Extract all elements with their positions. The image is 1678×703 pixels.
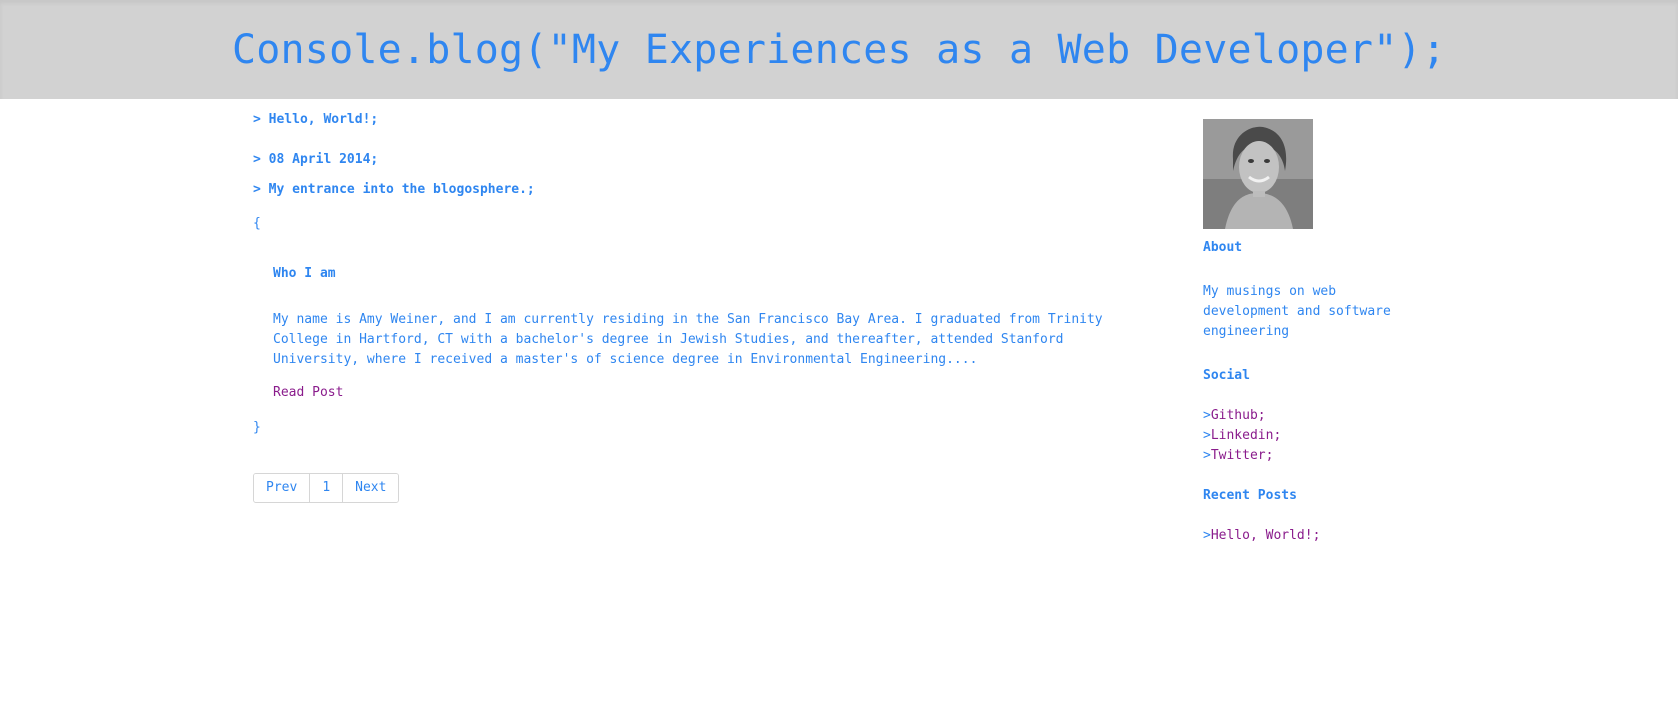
recent-posts-heading: Recent Posts — [1203, 488, 1297, 503]
next-page-button[interactable]: Next — [342, 474, 399, 502]
caret-icon: > — [1203, 428, 1211, 443]
caret-icon: > — [1203, 528, 1211, 543]
twitter-link[interactable]: Twitter; — [1211, 448, 1274, 463]
post-date: > 08 April 2014; — [253, 152, 379, 167]
about-heading: About — [1203, 240, 1243, 255]
page-1-button[interactable]: 1 — [309, 474, 343, 502]
prev-page-button[interactable]: Prev — [254, 474, 310, 502]
site-title[interactable]: Console.blog("My Experiences as a Web De… — [0, 25, 1678, 75]
post-excerpt: My name is Amy Weiner, and I am currentl… — [273, 312, 1103, 367]
recent-post-link[interactable]: Hello, World!; — [1211, 528, 1321, 543]
social-link-twitter[interactable]: >Twitter; — [1203, 446, 1273, 466]
portrait-image — [1203, 119, 1313, 229]
pagination: Prev 1 Next — [253, 473, 400, 503]
social-link-github[interactable]: >Github; — [1203, 406, 1266, 426]
github-link[interactable]: Github; — [1211, 408, 1266, 423]
avatar — [1203, 119, 1313, 229]
social-link-linkedin[interactable]: >Linkedin; — [1203, 426, 1281, 446]
recent-post-item[interactable]: >Hello, World!; — [1203, 526, 1320, 546]
about-text: My musings on web development and softwa… — [1203, 284, 1391, 339]
caret-icon: > — [1203, 448, 1211, 463]
post-section-heading: Who I am — [273, 266, 336, 281]
post-title[interactable]: > Hello, World!; — [253, 112, 378, 127]
open-brace: { — [253, 216, 261, 231]
linkedin-link[interactable]: Linkedin; — [1211, 428, 1281, 443]
post-subtitle: > My entrance into the blogosphere.; — [253, 182, 535, 197]
social-heading: Social — [1203, 368, 1250, 383]
read-post-link[interactable]: Read Post — [273, 385, 343, 400]
site-header: Console.blog("My Experiences as a Web De… — [0, 0, 1678, 99]
caret-icon: > — [1203, 408, 1211, 423]
close-brace: } — [253, 420, 261, 435]
